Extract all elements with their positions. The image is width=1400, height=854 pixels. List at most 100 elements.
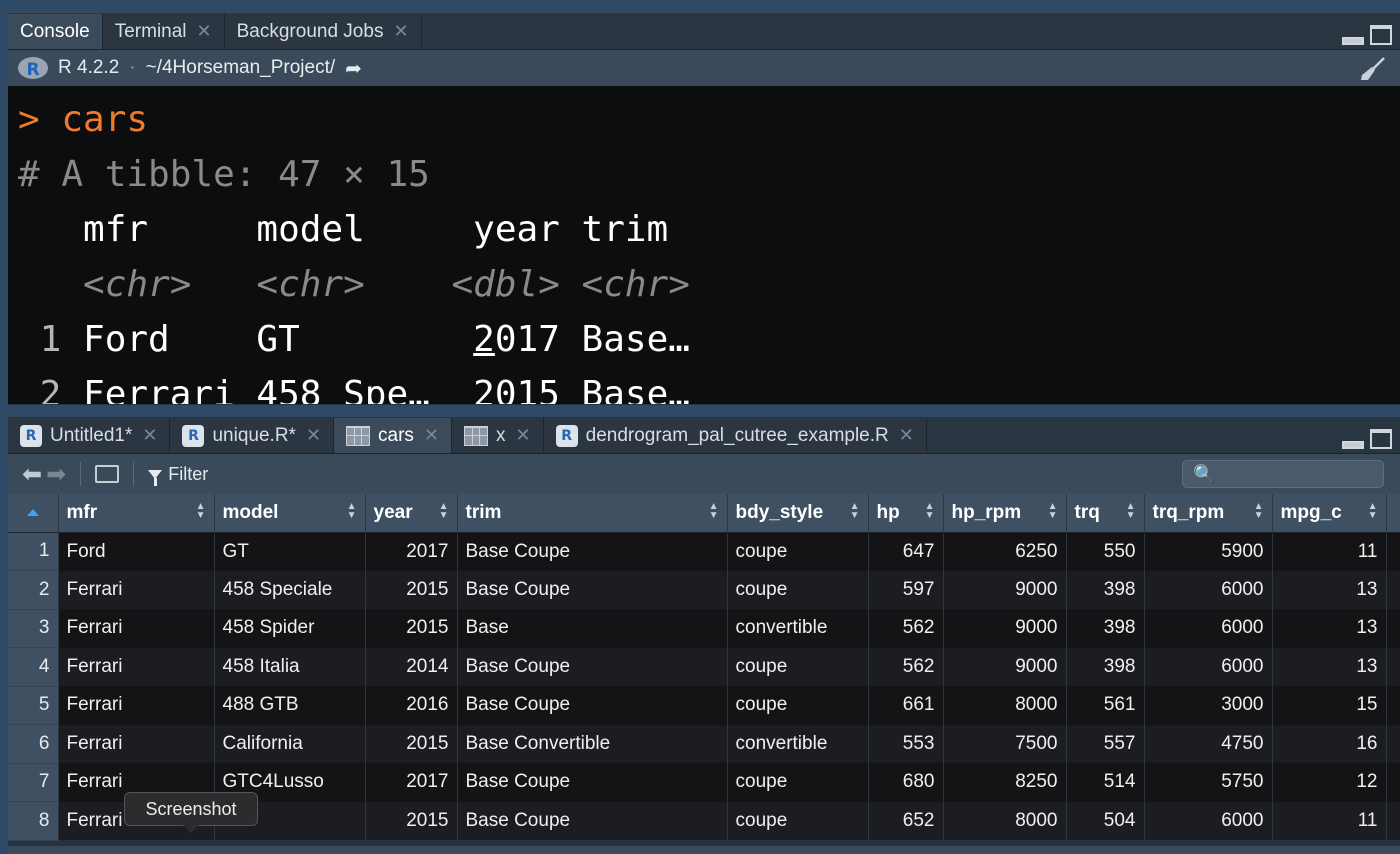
console-output[interactable]: > cars # A tibble: 47 × 15 mfr model year… [8, 86, 1400, 404]
table-cell-year[interactable]: 2016 [365, 686, 458, 725]
tab-x[interactable]: x ✕ [452, 418, 544, 453]
table-cell-bdy-style[interactable]: coupe [727, 801, 869, 840]
broom-icon[interactable] [1360, 56, 1386, 82]
column-header-mpg-c[interactable]: mpg_c ▲ ▼ [1272, 494, 1387, 533]
tab-background-jobs[interactable]: Background Jobs ✕ [224, 14, 422, 49]
table-cell-trim[interactable]: Base Convertible [457, 724, 728, 763]
filter-button[interactable]: Filter [148, 464, 208, 486]
table-cell-trq[interactable]: 398 [1066, 647, 1145, 686]
table-cell-trq-rpm[interactable]: 6000 [1144, 647, 1273, 686]
close-icon[interactable]: ✕ [516, 425, 531, 446]
table-cell-trq-rpm[interactable]: 5900 [1144, 532, 1273, 571]
table-cell-trq-rpm[interactable]: 6000 [1144, 609, 1273, 648]
search-box[interactable]: 🔍 [1182, 460, 1384, 488]
table-cell-year[interactable]: 2017 [365, 532, 458, 571]
table-cell-mpg-c[interactable]: 13 [1272, 570, 1387, 609]
table-cell-trq-rpm[interactable]: 6000 [1144, 570, 1273, 609]
table-cell-hp-rpm[interactable]: 9000 [943, 609, 1067, 648]
table-cell-hp[interactable]: 597 [868, 570, 944, 609]
working-directory[interactable]: ~/4Horseman_Project/ [146, 57, 336, 79]
table-cell-mfr[interactable]: Ferrari [58, 609, 215, 648]
table-cell-hp[interactable]: 652 [868, 801, 944, 840]
table-cell-hp[interactable]: 562 [868, 609, 944, 648]
column-header-hp[interactable]: hp ▲ ▼ [868, 494, 944, 533]
go-to-directory-icon[interactable]: ➦ [345, 56, 362, 81]
close-icon[interactable]: ✕ [899, 425, 914, 446]
table-cell-year[interactable]: 2015 [365, 801, 458, 840]
table-cell-mpg-c[interactable]: 12 [1272, 763, 1387, 802]
table-cell-hp[interactable]: 553 [868, 724, 944, 763]
back-arrow-icon[interactable]: ⬅ [22, 460, 42, 489]
table-cell-bdy-style[interactable]: coupe [727, 647, 869, 686]
close-icon[interactable]: ✕ [424, 425, 439, 446]
table-cell-hp-rpm[interactable]: 8250 [943, 763, 1067, 802]
close-icon[interactable]: ✕ [142, 425, 157, 446]
table-cell-mfr[interactable]: Ford [58, 532, 215, 571]
table-cell-mpg-c[interactable]: 13 [1272, 647, 1387, 686]
forward-arrow-icon[interactable]: ➡ [46, 460, 66, 489]
table-cell-model[interactable]: California [214, 724, 366, 763]
table-cell-year[interactable]: 2017 [365, 763, 458, 802]
table-cell-trq[interactable]: 504 [1066, 801, 1145, 840]
table-cell-trq[interactable]: 398 [1066, 570, 1145, 609]
tab-unique-r[interactable]: R unique.R* ✕ [170, 418, 335, 453]
table-cell-model[interactable]: 458 Speciale [214, 570, 366, 609]
table-cell-bdy-style[interactable]: convertible [727, 609, 869, 648]
table-cell-trq-rpm[interactable]: 6000 [1144, 801, 1273, 840]
tab-cars[interactable]: cars ✕ [334, 418, 453, 453]
table-cell-mpg-c[interactable]: 13 [1272, 609, 1387, 648]
table-cell-mfr[interactable]: Ferrari [58, 570, 215, 609]
table-cell-model[interactable]: 458 Spider [214, 609, 366, 648]
table-cell-trq[interactable]: 561 [1066, 686, 1145, 725]
table-cell-mfr[interactable]: Ferrari [58, 724, 215, 763]
table-cell-bdy-style[interactable]: coupe [727, 532, 869, 571]
column-header-year[interactable]: year ▲ ▼ [365, 494, 458, 533]
table-cell-trim[interactable]: Base Coupe [457, 647, 728, 686]
table-cell-year[interactable]: 2014 [365, 647, 458, 686]
table-cell-trq-rpm[interactable]: 3000 [1144, 686, 1273, 725]
table-cell-hp[interactable]: 680 [868, 763, 944, 802]
table-cell-mpg-c[interactable]: 11 [1272, 532, 1387, 571]
table-cell-model[interactable]: 458 Italia [214, 647, 366, 686]
table-cell-bdy-style[interactable]: coupe [727, 570, 869, 609]
table-cell-hp[interactable]: 562 [868, 647, 944, 686]
popout-icon[interactable] [95, 465, 120, 483]
table-cell-hp-rpm[interactable]: 9000 [943, 570, 1067, 609]
table-cell-year[interactable]: 2015 [365, 609, 458, 648]
search-input[interactable] [1215, 464, 1380, 484]
minimize-icon[interactable] [1342, 441, 1364, 449]
close-icon[interactable]: ✕ [393, 21, 408, 42]
maximize-icon[interactable] [1370, 25, 1392, 45]
table-cell-trim[interactable]: Base [457, 609, 728, 648]
column-header-model[interactable]: model ▲ ▼ [214, 494, 366, 533]
table-cell-trq[interactable]: 398 [1066, 609, 1145, 648]
table-cell-mfr[interactable]: Ferrari [58, 647, 215, 686]
column-header-mfr[interactable]: mfr ▲ ▼ [58, 494, 215, 533]
minimize-icon[interactable] [1342, 37, 1364, 45]
tab-dendrogram[interactable]: R dendrogram_pal_cutree_example.R ✕ [543, 418, 927, 453]
table-cell-trim[interactable]: Base Coupe [457, 801, 728, 840]
table-cell-trq[interactable]: 550 [1066, 532, 1145, 571]
column-header-trim[interactable]: trim ▲ ▼ [457, 494, 728, 533]
table-cell-trq-rpm[interactable]: 4750 [1144, 724, 1273, 763]
table-cell-trim[interactable]: Base Coupe [457, 570, 728, 609]
table-cell-mpg-c[interactable]: 15 [1272, 686, 1387, 725]
index-header[interactable] [8, 494, 59, 533]
table-cell-year[interactable]: 2015 [365, 570, 458, 609]
column-header-trq[interactable]: trq ▲ ▼ [1066, 494, 1145, 533]
close-icon[interactable]: ✕ [306, 425, 321, 446]
tab-terminal[interactable]: Terminal ✕ [102, 14, 225, 49]
table-cell-trim[interactable]: Base Coupe [457, 532, 728, 571]
table-cell-bdy-style[interactable]: coupe [727, 763, 869, 802]
table-cell-bdy-style[interactable]: coupe [727, 686, 869, 725]
table-cell-hp-rpm[interactable]: 8000 [943, 801, 1067, 840]
table-cell-hp[interactable]: 661 [868, 686, 944, 725]
tab-console[interactable]: Console [8, 14, 103, 49]
table-cell-hp-rpm[interactable]: 8000 [943, 686, 1067, 725]
table-cell-hp-rpm[interactable]: 6250 [943, 532, 1067, 571]
table-cell-model[interactable]: GT [214, 532, 366, 571]
table-cell-model[interactable]: 488 GTB [214, 686, 366, 725]
table-cell-trq[interactable]: 514 [1066, 763, 1145, 802]
table-cell-hp-rpm[interactable]: 9000 [943, 647, 1067, 686]
table-cell-hp[interactable]: 647 [868, 532, 944, 571]
